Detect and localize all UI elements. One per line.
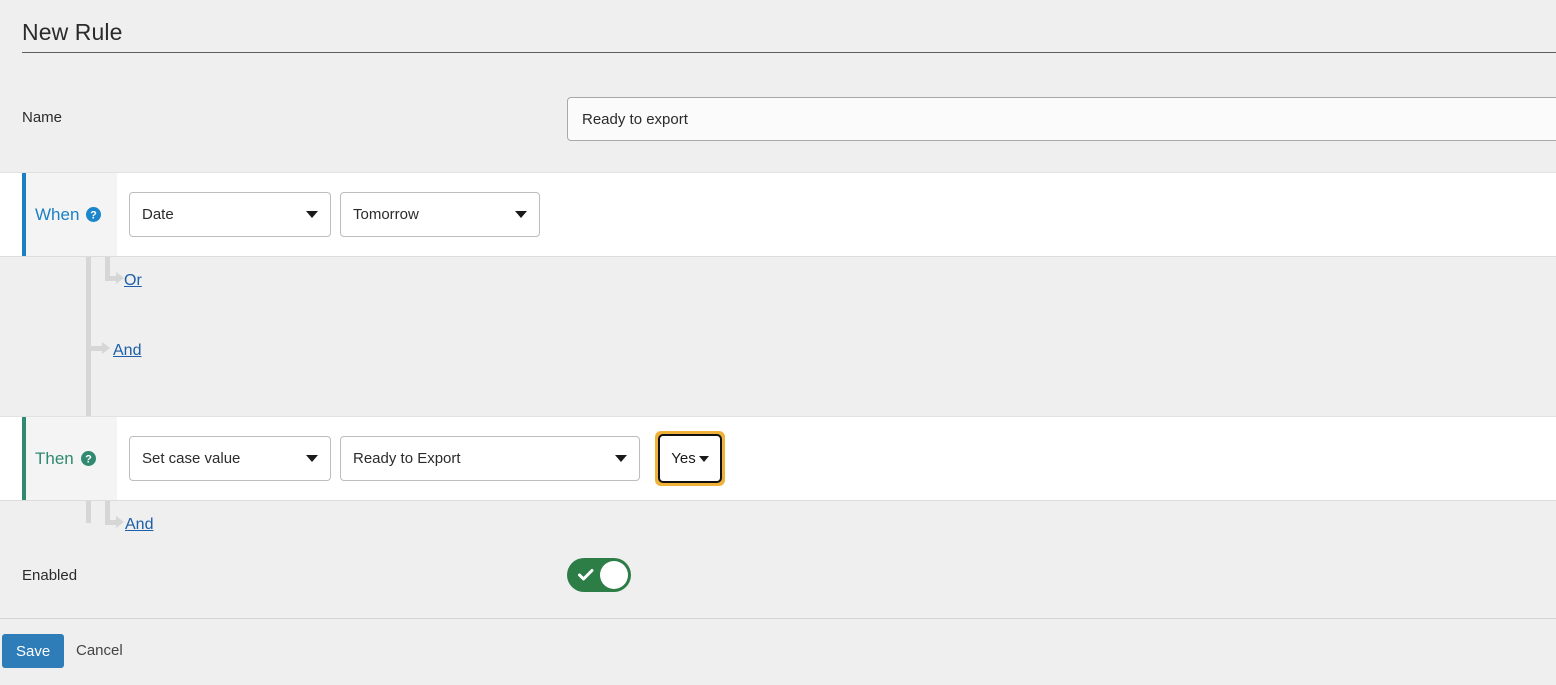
then-help-icon[interactable]: ? xyxy=(80,450,96,466)
then-label: Then xyxy=(35,448,74,468)
save-button[interactable]: Save xyxy=(2,634,65,668)
cancel-button[interactable]: Cancel xyxy=(76,642,123,659)
when-help-icon[interactable]: ? xyxy=(86,206,102,222)
chevron-down-icon xyxy=(515,211,527,218)
when-label-cell: When? xyxy=(22,173,117,256)
and-link-when[interactable]: And xyxy=(113,342,141,360)
or-branch-arrow-icon xyxy=(116,272,124,284)
check-icon xyxy=(578,568,594,587)
then-field-dropdown[interactable]: Ready to Export xyxy=(340,436,640,481)
tree-spine-vertical xyxy=(86,257,91,417)
then-action-dropdown-value: Set case value xyxy=(142,450,241,467)
and-link-then[interactable]: And xyxy=(125,516,153,534)
chevron-down-icon xyxy=(306,211,318,218)
then-spine-vertical xyxy=(86,501,91,523)
page-title: New Rule xyxy=(22,19,123,45)
chevron-down-icon xyxy=(306,455,318,462)
page-header: New Rule xyxy=(0,0,1556,54)
title-divider xyxy=(22,52,1556,53)
enabled-label: Enabled xyxy=(22,567,78,584)
then-value-dropdown[interactable]: Yes xyxy=(658,434,722,483)
chevron-down-icon xyxy=(698,455,709,462)
when-field-dropdown-value: Date xyxy=(142,206,174,223)
then-label-text: Then? xyxy=(35,449,96,469)
svg-text:?: ? xyxy=(91,209,98,221)
then-value-dropdown-focus-ring: Yes xyxy=(655,431,725,486)
then-field-dropdown-value: Ready to Export xyxy=(353,450,461,467)
name-label: Name xyxy=(22,109,63,126)
when-value-dropdown-value: Tomorrow xyxy=(353,206,419,223)
or-link[interactable]: Or xyxy=(124,272,142,290)
chevron-down-icon xyxy=(615,455,627,462)
when-value-dropdown[interactable]: Tomorrow xyxy=(340,192,540,237)
footer-divider xyxy=(0,618,1556,619)
name-input[interactable] xyxy=(567,97,1556,141)
and-when-branch-arrow-icon xyxy=(102,342,110,354)
when-accent-bar xyxy=(22,173,26,256)
then-value-dropdown-value: Yes xyxy=(671,450,696,467)
then-accent-bar xyxy=(22,417,26,500)
enabled-toggle[interactable] xyxy=(567,558,631,592)
svg-text:?: ? xyxy=(85,453,92,465)
toggle-knob xyxy=(600,561,628,589)
then-label-cell: Then? xyxy=(22,417,117,500)
when-label: When xyxy=(35,204,80,224)
when-label-text: When? xyxy=(35,204,102,225)
when-field-dropdown[interactable]: Date xyxy=(129,192,331,237)
then-action-dropdown[interactable]: Set case value xyxy=(129,436,331,481)
and-then-branch-arrow-icon xyxy=(116,516,124,528)
